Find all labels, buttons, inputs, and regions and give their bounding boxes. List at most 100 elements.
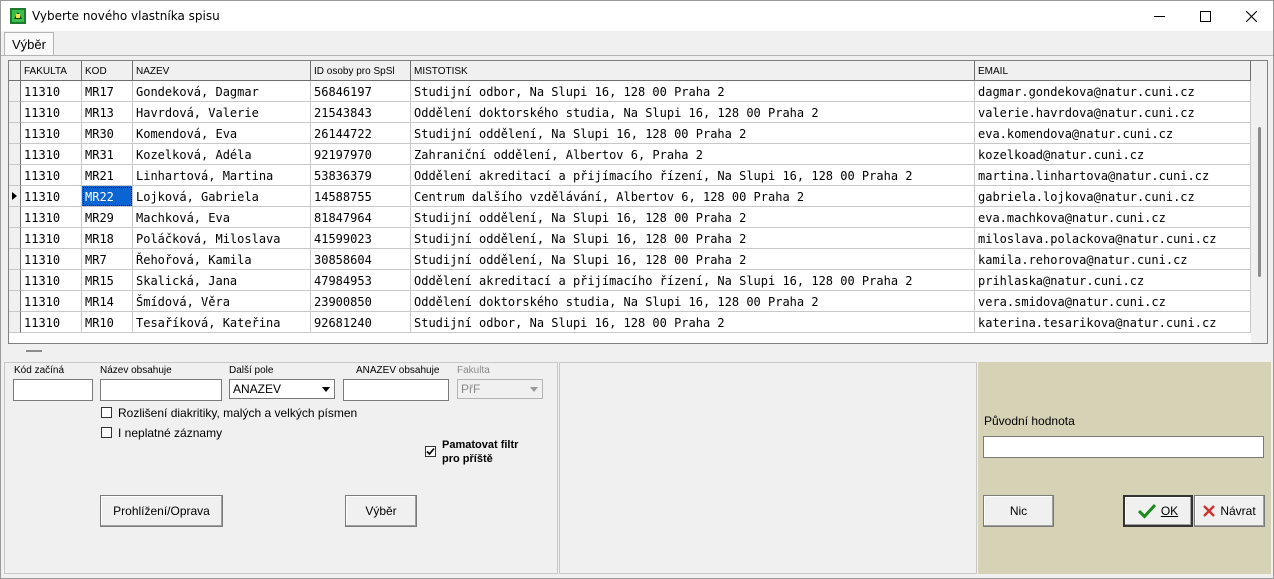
cell-nazev[interactable]: Tesaříková, Kateřina [133, 312, 311, 333]
column-header-fakulta[interactable]: FAKULTA [21, 61, 82, 81]
cell-nazev[interactable]: Machková, Eva [133, 207, 311, 228]
vertical-scroll-thumb[interactable] [1258, 127, 1261, 277]
cell-nazev[interactable]: Kozelková, Adéla [133, 144, 311, 165]
table-row[interactable]: 11310 MR18 Poláčková, Miloslava 41599023 Stu… [9, 228, 1251, 249]
cell-email[interactable]: miloslava.polackova@natur.cuni.cz [975, 228, 1251, 249]
cell-fakulta[interactable]: 11310 [21, 207, 82, 228]
cell-kod[interactable]: MR30 [82, 123, 133, 144]
table-row[interactable]: 11310 MR10 Tesaříková, Kateřina 92681240 Stu… [9, 312, 1251, 333]
cell-nazev[interactable]: Skalická, Jana [133, 270, 311, 291]
neplatne-checkbox[interactable] [101, 427, 112, 438]
cell-mistotisk[interactable]: Studijní oddělení, Na Slupi 16, 128 00 P… [411, 207, 975, 228]
table-row[interactable]: 11310 MR15 Skalická, Jana 47984953 Oddělení … [9, 270, 1251, 291]
cell-fakulta[interactable]: 11310 [21, 186, 82, 207]
cell-fakulta[interactable]: 11310 [21, 144, 82, 165]
cell-mistotisk[interactable]: Zahraniční oddělení, Albertov 6, Praha 2 [411, 144, 975, 165]
cell-id-osoby[interactable]: 41599023 [311, 228, 411, 249]
cell-kod[interactable]: MR14 [82, 291, 133, 312]
cell-mistotisk[interactable]: Oddělení doktorského studia, Na Slupi 16… [411, 102, 975, 123]
cell-email[interactable]: dagmar.gondekova@natur.cuni.cz [975, 81, 1251, 102]
row-indicator[interactable] [9, 270, 21, 291]
cell-id-osoby[interactable]: 14588755 [311, 186, 411, 207]
row-indicator[interactable] [9, 144, 21, 165]
cell-kod[interactable]: MR22 [82, 186, 133, 207]
cell-id-osoby[interactable]: 92681240 [311, 312, 411, 333]
cell-nazev[interactable]: Linhartová, Martina [133, 165, 311, 186]
column-header-kod[interactable]: KOD [82, 61, 133, 81]
column-header-id-osoby[interactable]: ID osoby pro SpSl [311, 61, 411, 81]
cell-kod[interactable]: MR17 [82, 81, 133, 102]
cell-kod[interactable]: MR18 [82, 228, 133, 249]
cell-fakulta[interactable]: 11310 [21, 312, 82, 333]
horizontal-scroll-thumb[interactable] [26, 350, 42, 352]
cell-mistotisk[interactable]: Studijní odbor, Na Slupi 16, 128 00 Prah… [411, 81, 975, 102]
table-row[interactable]: 11310 MR31 Kozelková, Adéla 92197970 Zahrani… [9, 144, 1251, 165]
cell-mistotisk[interactable]: Centrum dalšího vzdělávání, Albertov 6, … [411, 186, 975, 207]
cell-kod[interactable]: MR15 [82, 270, 133, 291]
cell-email[interactable]: katerina.tesarikova@natur.cuni.cz [975, 312, 1251, 333]
cell-id-osoby[interactable]: 21543843 [311, 102, 411, 123]
cell-id-osoby[interactable]: 92197970 [311, 144, 411, 165]
cell-fakulta[interactable]: 11310 [21, 270, 82, 291]
cell-mistotisk[interactable]: Studijní oddělení, Na Slupi 16, 128 00 P… [411, 249, 975, 270]
minimize-button[interactable] [1136, 1, 1182, 31]
cell-fakulta[interactable]: 11310 [21, 123, 82, 144]
cell-email[interactable]: eva.komendova@natur.cuni.cz [975, 123, 1251, 144]
cell-kod[interactable]: MR10 [82, 312, 133, 333]
cell-nazev[interactable]: Komendová, Eva [133, 123, 311, 144]
table-row[interactable]: 11310 MR14 Šmídová, Věra 23900850 Oddělení d… [9, 291, 1251, 312]
cell-id-osoby[interactable]: 81847964 [311, 207, 411, 228]
puvodni-hodnota-input[interactable] [983, 436, 1264, 458]
anazev-input[interactable] [343, 379, 449, 401]
column-header-nazev[interactable]: NAZEV [133, 61, 311, 81]
cell-email[interactable]: kamila.rehorova@natur.cuni.cz [975, 249, 1251, 270]
table-row[interactable]: 11310 MR21 Linhartová, Martina 53836379 Oddě… [9, 165, 1251, 186]
cell-fakulta[interactable]: 11310 [21, 165, 82, 186]
cell-mistotisk[interactable]: Studijní odbor, Na Slupi 16, 128 00 Prah… [411, 312, 975, 333]
row-indicator[interactable] [9, 249, 21, 270]
cell-nazev[interactable]: Lojková, Gabriela [133, 186, 311, 207]
navrat-button[interactable]: Návrat [1194, 495, 1265, 527]
pamatovat-checkbox[interactable] [425, 446, 436, 457]
table-row[interactable]: 11310 MR13 Havrdová, Valerie 21543843 Odděle… [9, 102, 1251, 123]
cell-nazev[interactable]: Šmídová, Věra [133, 291, 311, 312]
cell-id-osoby[interactable]: 23900850 [311, 291, 411, 312]
maximize-button[interactable] [1182, 1, 1228, 31]
cell-nazev[interactable]: Gondeková, Dagmar [133, 81, 311, 102]
column-header-email[interactable]: EMAIL [975, 61, 1251, 81]
cell-kod[interactable]: MR31 [82, 144, 133, 165]
cell-email[interactable]: vera.smidova@natur.cuni.cz [975, 291, 1251, 312]
nazev-input[interactable] [100, 379, 222, 401]
vyber-button[interactable]: Výběr [345, 495, 417, 527]
cell-id-osoby[interactable]: 56846197 [311, 81, 411, 102]
cell-kod[interactable]: MR29 [82, 207, 133, 228]
title-bar[interactable]: Vyberte nového vlastníka spisu [1, 1, 1273, 31]
row-indicator[interactable] [9, 186, 21, 207]
cell-kod[interactable]: MR13 [82, 102, 133, 123]
cell-email[interactable]: martina.linhartova@natur.cuni.cz [975, 165, 1251, 186]
cell-kod[interactable]: MR21 [82, 165, 133, 186]
dalsi-pole-select[interactable]: ANAZEV [229, 379, 335, 399]
cell-id-osoby[interactable]: 47984953 [311, 270, 411, 291]
cell-id-osoby[interactable]: 26144722 [311, 123, 411, 144]
row-indicator[interactable] [9, 291, 21, 312]
row-indicator[interactable] [9, 228, 21, 249]
cell-mistotisk[interactable]: Studijní oddělení, Na Slupi 16, 128 00 P… [411, 123, 975, 144]
cell-kod[interactable]: MR7 [82, 249, 133, 270]
prohlizeni-oprava-button[interactable]: Prohlížení/Oprava [100, 495, 223, 527]
cell-mistotisk[interactable]: Oddělení akreditací a přijímacího řízení… [411, 165, 975, 186]
ok-button[interactable]: OK [1123, 495, 1193, 527]
table-row[interactable]: 11310 MR7 Řehořová, Kamila 30858604 Studijní… [9, 249, 1251, 270]
cell-fakulta[interactable]: 11310 [21, 291, 82, 312]
row-indicator[interactable] [9, 165, 21, 186]
table-row[interactable]: 11310 MR29 Machková, Eva 81847964 Studijní o… [9, 207, 1251, 228]
cell-id-osoby[interactable]: 30858604 [311, 249, 411, 270]
cell-id-osoby[interactable]: 53836379 [311, 165, 411, 186]
close-button[interactable] [1228, 1, 1274, 31]
cell-email[interactable]: valerie.havrdova@natur.cuni.cz [975, 102, 1251, 123]
results-grid[interactable]: FAKULTA KOD NAZEV ID osoby pro SpSl MIST… [8, 60, 1268, 352]
cell-fakulta[interactable]: 11310 [21, 102, 82, 123]
cell-mistotisk[interactable]: Oddělení doktorského studia, Na Slupi 16… [411, 291, 975, 312]
cell-nazev[interactable]: Havrdová, Valerie [133, 102, 311, 123]
cell-email[interactable]: kozelkoad@natur.cuni.cz [975, 144, 1251, 165]
